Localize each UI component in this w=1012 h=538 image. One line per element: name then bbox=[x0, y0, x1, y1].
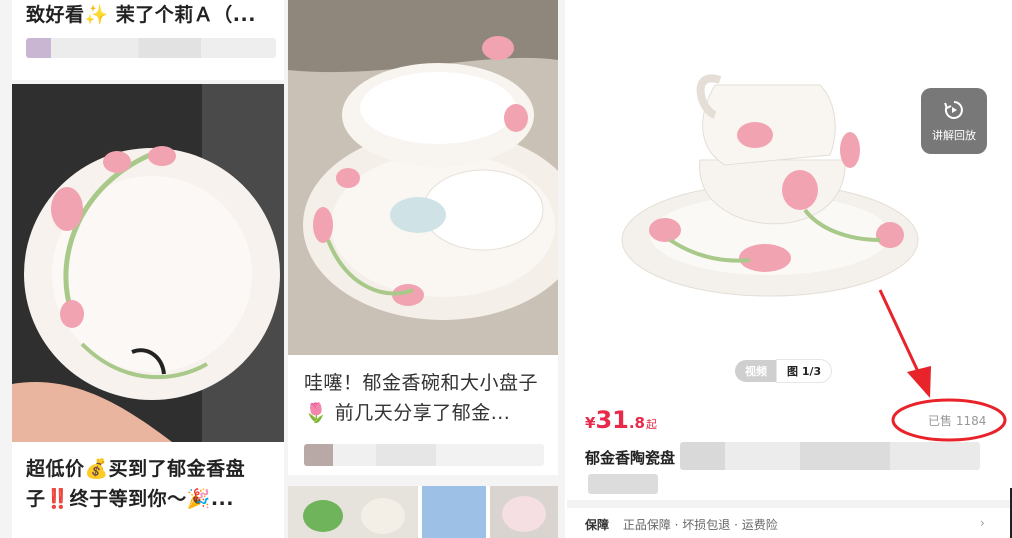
screenshot-root: 致好看✨ 茉了个莉Ａ（... 超低价💰买到了郁金香盘子‼️终于等到你～🎉... … bbox=[0, 0, 1012, 538]
highlight-circle bbox=[891, 398, 1007, 442]
guarantee-row[interactable]: 保障 正品保障 · 坏损包退 · 运费险 bbox=[585, 516, 778, 533]
guarantee-text: 正品保障 · 坏损包退 · 运费险 bbox=[622, 518, 778, 532]
section-divider bbox=[567, 500, 1012, 508]
product-subtitle-blurred bbox=[588, 474, 658, 494]
chevron-right-icon: › bbox=[980, 516, 985, 530]
annotation-arrow-head bbox=[907, 366, 931, 398]
product-title-text: 郁金香陶瓷盘 bbox=[585, 449, 676, 467]
product-title-blurred bbox=[680, 442, 980, 470]
guarantee-label: 保障 bbox=[585, 518, 610, 532]
annotation-arrow-shaft bbox=[878, 289, 923, 379]
product-title: 郁金香陶瓷盘 bbox=[585, 447, 675, 468]
